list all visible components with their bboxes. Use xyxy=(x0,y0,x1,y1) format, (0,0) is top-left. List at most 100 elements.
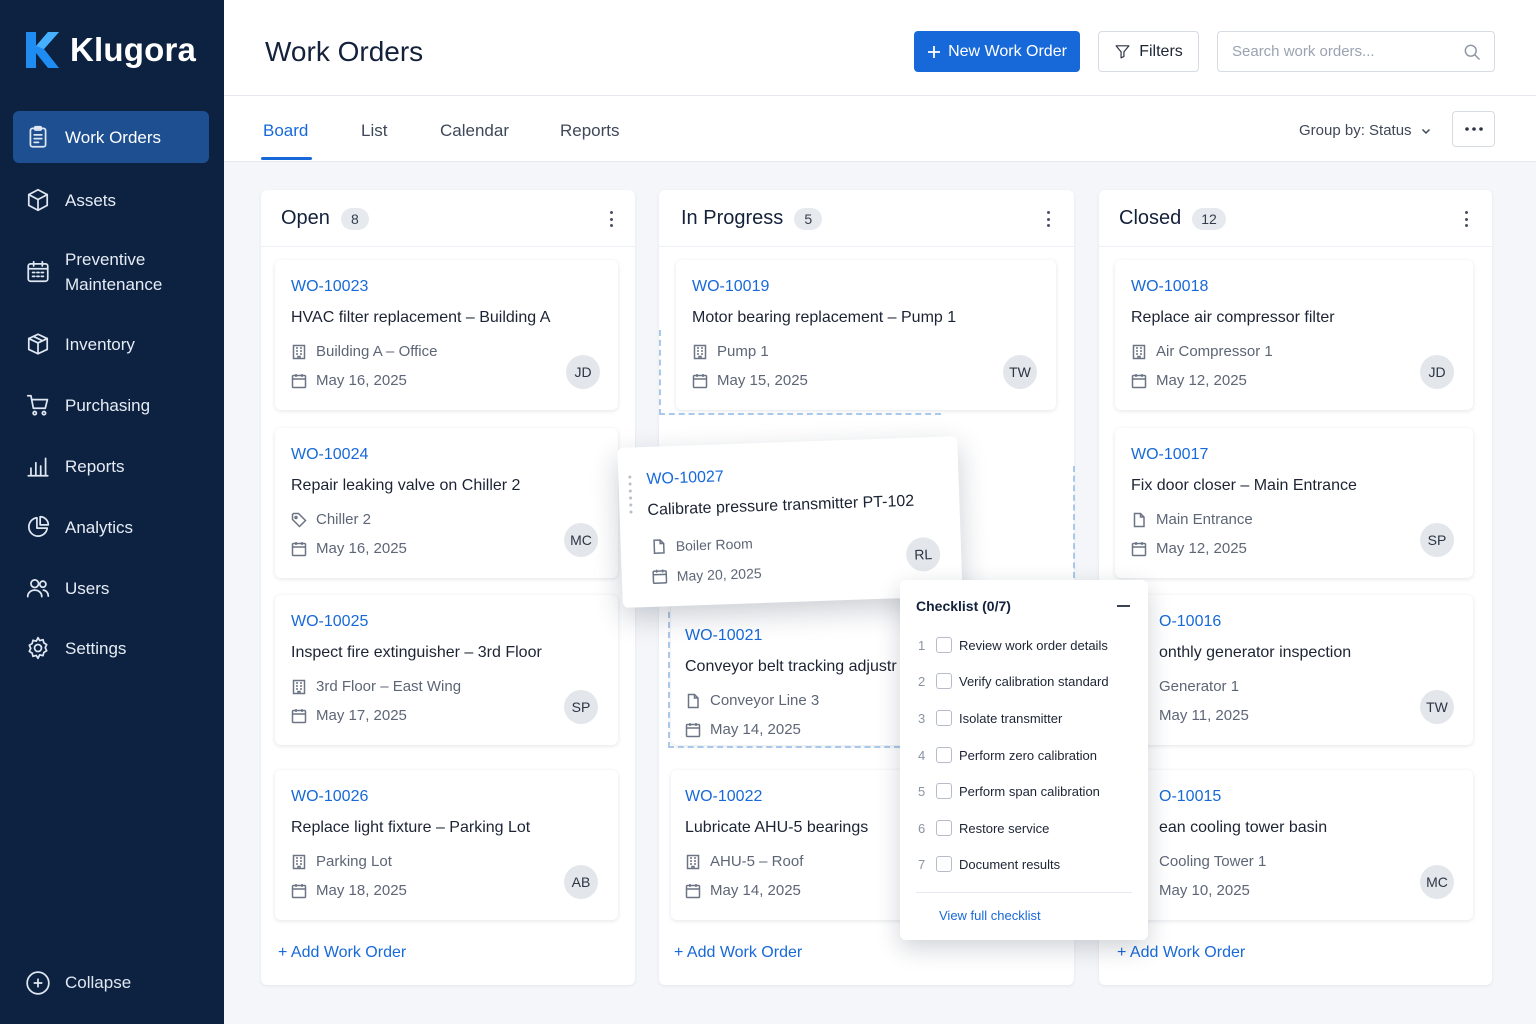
work-order-card[interactable]: WO-10025 Inspect fire extinguisher – 3rd… xyxy=(275,595,618,745)
work-order-id[interactable]: WO-10027 xyxy=(646,468,724,489)
add-work-order-link[interactable]: + Add Work Order xyxy=(1117,944,1245,962)
checklist-item[interactable]: 3 Isolate transmitter xyxy=(918,710,1062,726)
checklist-item-number: 3 xyxy=(918,710,926,726)
sidebar-item-analytics[interactable]: Analytics xyxy=(13,514,209,540)
sidebar-item-assets[interactable]: Assets xyxy=(13,187,209,213)
checklist-item[interactable]: 1 Review work order details xyxy=(918,637,1108,653)
column-count-badge: 8 xyxy=(340,207,369,230)
column-header: Open 8 xyxy=(281,207,369,230)
checkbox[interactable] xyxy=(936,637,952,653)
tab-list[interactable]: List xyxy=(361,121,387,141)
checkbox[interactable] xyxy=(936,783,952,799)
checkbox[interactable] xyxy=(936,673,952,689)
avatar[interactable]: TW xyxy=(1420,690,1454,724)
avatar[interactable]: MC xyxy=(564,523,598,557)
sidebar-item-preventive-maintenance[interactable]: Preventive Maintenance xyxy=(13,247,209,297)
avatar[interactable]: RL xyxy=(905,536,941,572)
work-order-id[interactable]: O-10015 xyxy=(1159,788,1221,806)
brand-logo[interactable]: Klugora xyxy=(24,30,196,70)
work-order-id[interactable]: WO-10019 xyxy=(692,278,769,296)
work-order-card[interactable]: WO-10017 Fix door closer – Main Entrance… xyxy=(1115,428,1473,578)
sidebar-item-label: Preventive Maintenance xyxy=(65,250,163,294)
sidebar-item-settings[interactable]: Settings xyxy=(13,635,209,661)
column-menu-button[interactable] xyxy=(601,208,621,230)
search-icon[interactable] xyxy=(1462,42,1482,62)
checklist-item-label: Document results xyxy=(959,856,1061,872)
work-order-id[interactable]: WO-10025 xyxy=(291,613,368,631)
view-full-checklist-link[interactable]: View full checklist xyxy=(939,908,1041,923)
tag-icon xyxy=(291,512,307,528)
more-options-button[interactable] xyxy=(1452,111,1495,147)
search-input[interactable] xyxy=(1232,32,1462,71)
checklist-item[interactable]: 6 Restore service xyxy=(918,820,1049,836)
minimize-icon[interactable] xyxy=(1117,605,1130,607)
column-menu-button[interactable] xyxy=(1038,208,1058,230)
checklist-item[interactable]: 4 Perform zero calibration xyxy=(918,747,1097,763)
work-order-title: ean cooling tower basin xyxy=(1159,819,1328,836)
work-order-card[interactable]: WO-10026 Replace light fixture – Parking… xyxy=(275,770,618,920)
sidebar-item-label: Inventory xyxy=(65,334,135,354)
avatar[interactable]: AB xyxy=(564,865,598,899)
work-order-card[interactable]: O-10016 onthly generator inspection Gene… xyxy=(1115,595,1473,745)
drag-handle-icon[interactable] xyxy=(628,473,638,533)
sidebar: Klugora Work Orders Assets Preventive Ma… xyxy=(0,0,224,1024)
filters-button[interactable]: Filters xyxy=(1098,31,1199,72)
checkbox[interactable] xyxy=(936,820,952,836)
work-order-location: 3rd Floor – East Wing xyxy=(291,678,461,695)
building-icon xyxy=(292,679,306,694)
work-order-title: Calibrate pressure transmitter PT-102 xyxy=(647,492,915,519)
plus-icon xyxy=(928,45,941,58)
checkbox[interactable] xyxy=(936,710,952,726)
work-order-card[interactable]: WO-10018 Replace air compressor filter A… xyxy=(1115,260,1473,410)
checkbox[interactable] xyxy=(936,747,952,763)
work-order-due-date: May 10, 2025 xyxy=(1159,882,1250,899)
add-work-order-link[interactable]: + Add Work Order xyxy=(278,944,406,962)
work-order-due-date: May 12, 2025 xyxy=(1131,540,1247,557)
work-order-id[interactable]: WO-10021 xyxy=(685,627,762,645)
checklist-title: Checklist (0/7) xyxy=(916,598,1011,614)
group-by-select[interactable]: Group by: Status xyxy=(1299,122,1432,139)
bar-chart-icon xyxy=(27,457,49,477)
checkbox[interactable] xyxy=(936,856,952,872)
avatar[interactable]: SP xyxy=(564,690,598,724)
work-order-id[interactable]: WO-10018 xyxy=(1131,278,1208,296)
tab-reports[interactable]: Reports xyxy=(560,121,620,141)
calendar-icon xyxy=(685,883,701,898)
sidebar-item-purchasing[interactable]: Purchasing xyxy=(13,392,209,418)
collapse-sidebar-button[interactable]: Collapse xyxy=(25,970,131,996)
work-order-id[interactable]: WO-10026 xyxy=(291,788,368,806)
checklist-item[interactable]: 2 Verify calibration standard xyxy=(918,673,1109,689)
work-order-location: Pump 1 xyxy=(692,343,769,360)
avatar[interactable]: JD xyxy=(1420,355,1454,389)
avatar[interactable]: TW xyxy=(1003,355,1037,389)
tab-board[interactable]: Board xyxy=(263,121,308,141)
location-text: Boiler Room xyxy=(675,535,754,554)
work-order-id[interactable]: WO-10022 xyxy=(685,788,762,806)
sidebar-item-inventory[interactable]: Inventory xyxy=(13,331,209,357)
work-order-id[interactable]: WO-10017 xyxy=(1131,446,1208,464)
checklist-item[interactable]: 5 Perform span calibration xyxy=(918,783,1100,799)
add-work-order-link[interactable]: + Add Work Order xyxy=(674,944,802,962)
sidebar-item-reports[interactable]: Reports xyxy=(13,453,209,479)
work-order-location: Parking Lot xyxy=(291,853,392,870)
work-order-id[interactable]: WO-10023 xyxy=(291,278,368,296)
work-order-card[interactable]: WO-10023 HVAC filter replacement – Build… xyxy=(275,260,618,410)
checklist-popover: Checklist (0/7) 1 Review work order deta… xyxy=(900,580,1148,940)
search-box xyxy=(1217,31,1495,72)
work-order-id[interactable]: WO-10024 xyxy=(291,446,368,464)
sidebar-item-users[interactable]: Users xyxy=(13,575,209,601)
work-order-card[interactable]: WO-10024 Repair leaking valve on Chiller… xyxy=(275,428,618,578)
avatar[interactable]: SP xyxy=(1420,523,1454,557)
avatar[interactable]: JD xyxy=(566,355,600,389)
collapse-circle-icon xyxy=(26,971,50,995)
work-order-card[interactable]: WO-10019 Motor bearing replacement – Pum… xyxy=(676,260,1056,410)
checklist-item[interactable]: 7 Document results xyxy=(918,856,1060,872)
column-menu-button[interactable] xyxy=(1456,208,1476,230)
new-work-order-button[interactable]: New Work Order xyxy=(914,31,1080,72)
avatar[interactable]: MC xyxy=(1420,865,1454,899)
work-order-card[interactable]: O-10015 ean cooling tower basin Cooling … xyxy=(1115,770,1473,920)
sidebar-item-work-orders[interactable]: Work Orders xyxy=(13,111,209,163)
brand-name: Klugora xyxy=(70,31,197,68)
tab-calendar[interactable]: Calendar xyxy=(440,121,509,141)
work-order-id[interactable]: O-10016 xyxy=(1159,613,1221,631)
